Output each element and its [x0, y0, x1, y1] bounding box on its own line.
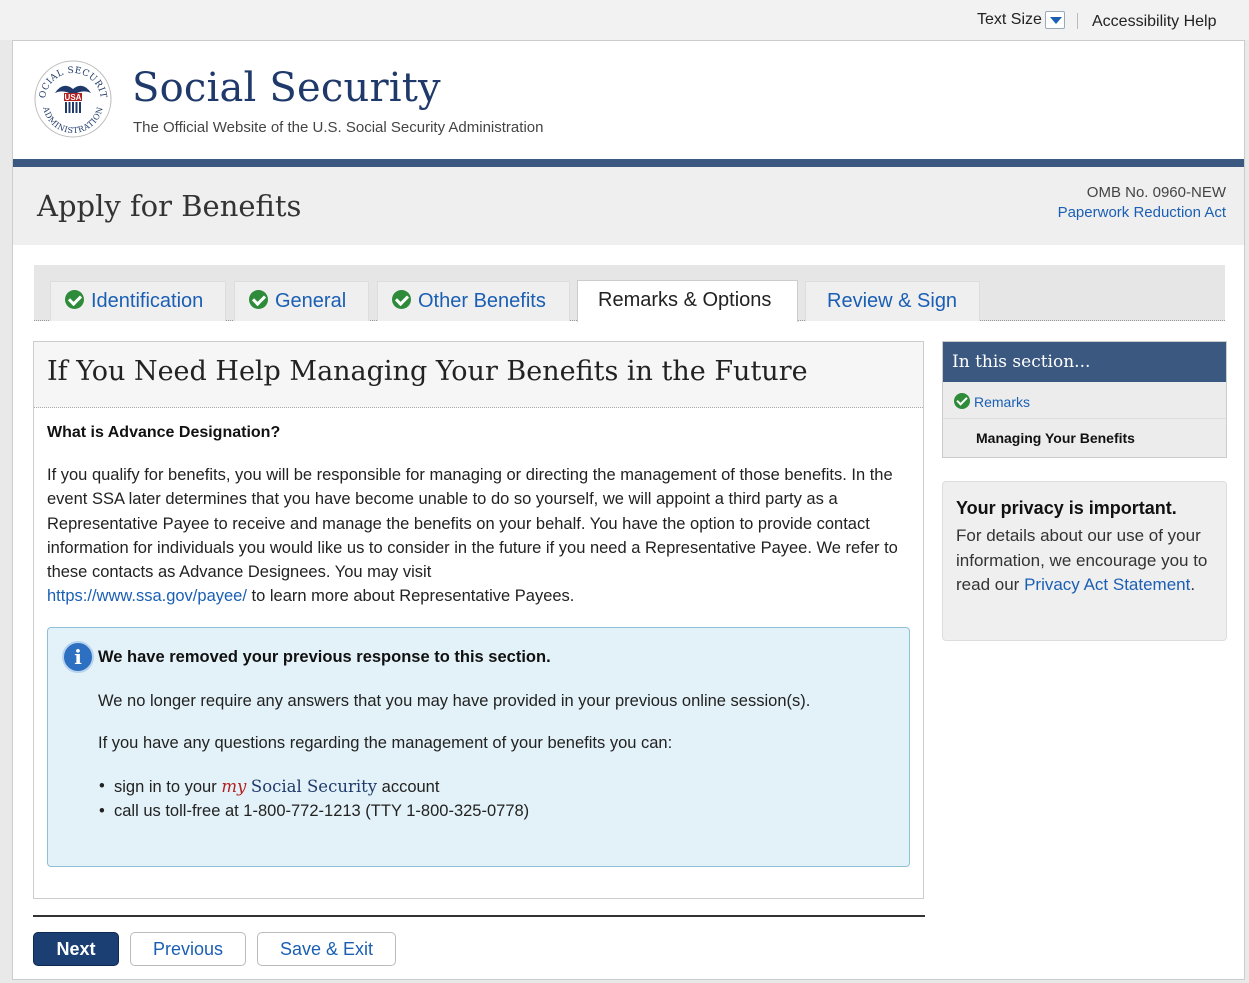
privacy-end: .	[1190, 575, 1196, 594]
social-security-logo-text: Social Security	[250, 777, 378, 796]
notice-text-1: We no longer require any answers that yo…	[98, 692, 811, 710]
tab-remarks-options[interactable]: Remarks & Options	[577, 280, 798, 322]
omb-number: OMB No. 0960-NEW	[1086, 184, 1226, 201]
list-item-text: sign in to your	[114, 778, 217, 796]
panel-header: If You Need Help Managing Your Benefits …	[34, 342, 923, 408]
previous-button[interactable]: Previous	[130, 932, 246, 966]
advance-designation-text: If you qualify for benefits, you will be…	[47, 463, 909, 609]
paperwork-reduction-act-link[interactable]: Paperwork Reduction Act	[1058, 204, 1226, 221]
tab-other-benefits[interactable]: Other Benefits	[377, 281, 570, 321]
nav-item-label: Remarks	[974, 394, 1031, 410]
payee-link[interactable]: https://www.ssa.gov/payee/	[47, 587, 247, 605]
brand-tagline: The Official Website of the U.S. Social …	[133, 119, 544, 136]
section-heading: If You Need Help Managing Your Benefits …	[47, 356, 808, 387]
info-icon: i	[62, 641, 94, 673]
text-size-dropdown-icon[interactable]	[1045, 11, 1065, 29]
save-exit-button[interactable]: Save & Exit	[257, 932, 396, 966]
tab-review-sign[interactable]: Review & Sign	[805, 281, 980, 321]
ssa-seal-logo[interactable]: SOCIAL SECURITY ADMINISTRATION USA	[33, 59, 113, 139]
paragraph-text: If you qualify for benefits, you will be…	[47, 466, 898, 582]
footer-divider	[33, 915, 925, 917]
privacy-act-link[interactable]: Privacy Act Statement	[1024, 575, 1190, 594]
utility-bar: Text Size Accessibility Help	[0, 0, 1249, 40]
page-title: Apply for Benefits	[37, 189, 302, 223]
tab-label: Other Benefits	[418, 290, 546, 312]
list-item: call us toll-free at 1-800-772-1213 (TTY…	[99, 800, 529, 824]
utility-divider	[1077, 13, 1078, 29]
tab-identification[interactable]: Identification	[50, 281, 226, 321]
section-tabs: Identification General Other Benefits Re…	[34, 265, 1225, 322]
main-panel: If You Need Help Managing Your Benefits …	[33, 341, 924, 899]
section-nav: In this section... Remarks Managing Your…	[942, 341, 1227, 458]
completed-check-icon	[65, 290, 84, 309]
tab-label: General	[275, 290, 347, 312]
paragraph-end-text: to learn more about Representative Payee…	[251, 587, 575, 606]
tab-label: Remarks & Options	[598, 289, 772, 311]
privacy-box: Your privacy is important. For details a…	[942, 481, 1227, 641]
tab-label: Identification	[91, 290, 204, 312]
section-nav-item-managing: Managing Your Benefits	[976, 430, 1135, 446]
notice-options-list: sign in to your my Social Security accou…	[99, 775, 529, 824]
list-item-text: account	[381, 778, 440, 796]
brand-title[interactable]: Social Security	[132, 65, 441, 111]
completed-check-icon	[392, 290, 411, 309]
notice-title: We have removed your previous response t…	[98, 648, 551, 666]
my-logo-text: my	[221, 777, 247, 796]
completed-check-icon	[249, 290, 268, 309]
header-divider-band	[13, 159, 1244, 167]
list-item: sign in to your my Social Security accou…	[99, 775, 529, 800]
accessibility-help-link[interactable]: Accessibility Help	[1092, 13, 1216, 31]
page-title-band: Apply for Benefits OMB No. 0960-NEW Pape…	[13, 167, 1244, 245]
site-header: SOCIAL SECURITY ADMINISTRATION USA Socia…	[13, 41, 1244, 159]
advance-designation-question: What is Advance Designation?	[47, 424, 281, 441]
notice-text-2: If you have any questions regarding the …	[98, 734, 673, 752]
section-nav-heading: In this section...	[943, 342, 1226, 382]
section-nav-item-remarks[interactable]: Remarks	[943, 382, 1226, 419]
text-size-label[interactable]: Text Size	[977, 11, 1042, 29]
completed-check-icon	[954, 393, 970, 409]
privacy-text: For details about our use of your inform…	[956, 524, 1213, 598]
tab-label: Review & Sign	[827, 290, 958, 312]
page-frame: SOCIAL SECURITY ADMINISTRATION USA Socia…	[12, 40, 1245, 980]
svg-text:USA: USA	[65, 93, 82, 102]
next-button[interactable]: Next	[33, 932, 119, 966]
tab-general[interactable]: General	[234, 281, 369, 321]
privacy-title: Your privacy is important.	[956, 498, 1177, 518]
info-notice: i We have removed your previous response…	[47, 627, 910, 867]
